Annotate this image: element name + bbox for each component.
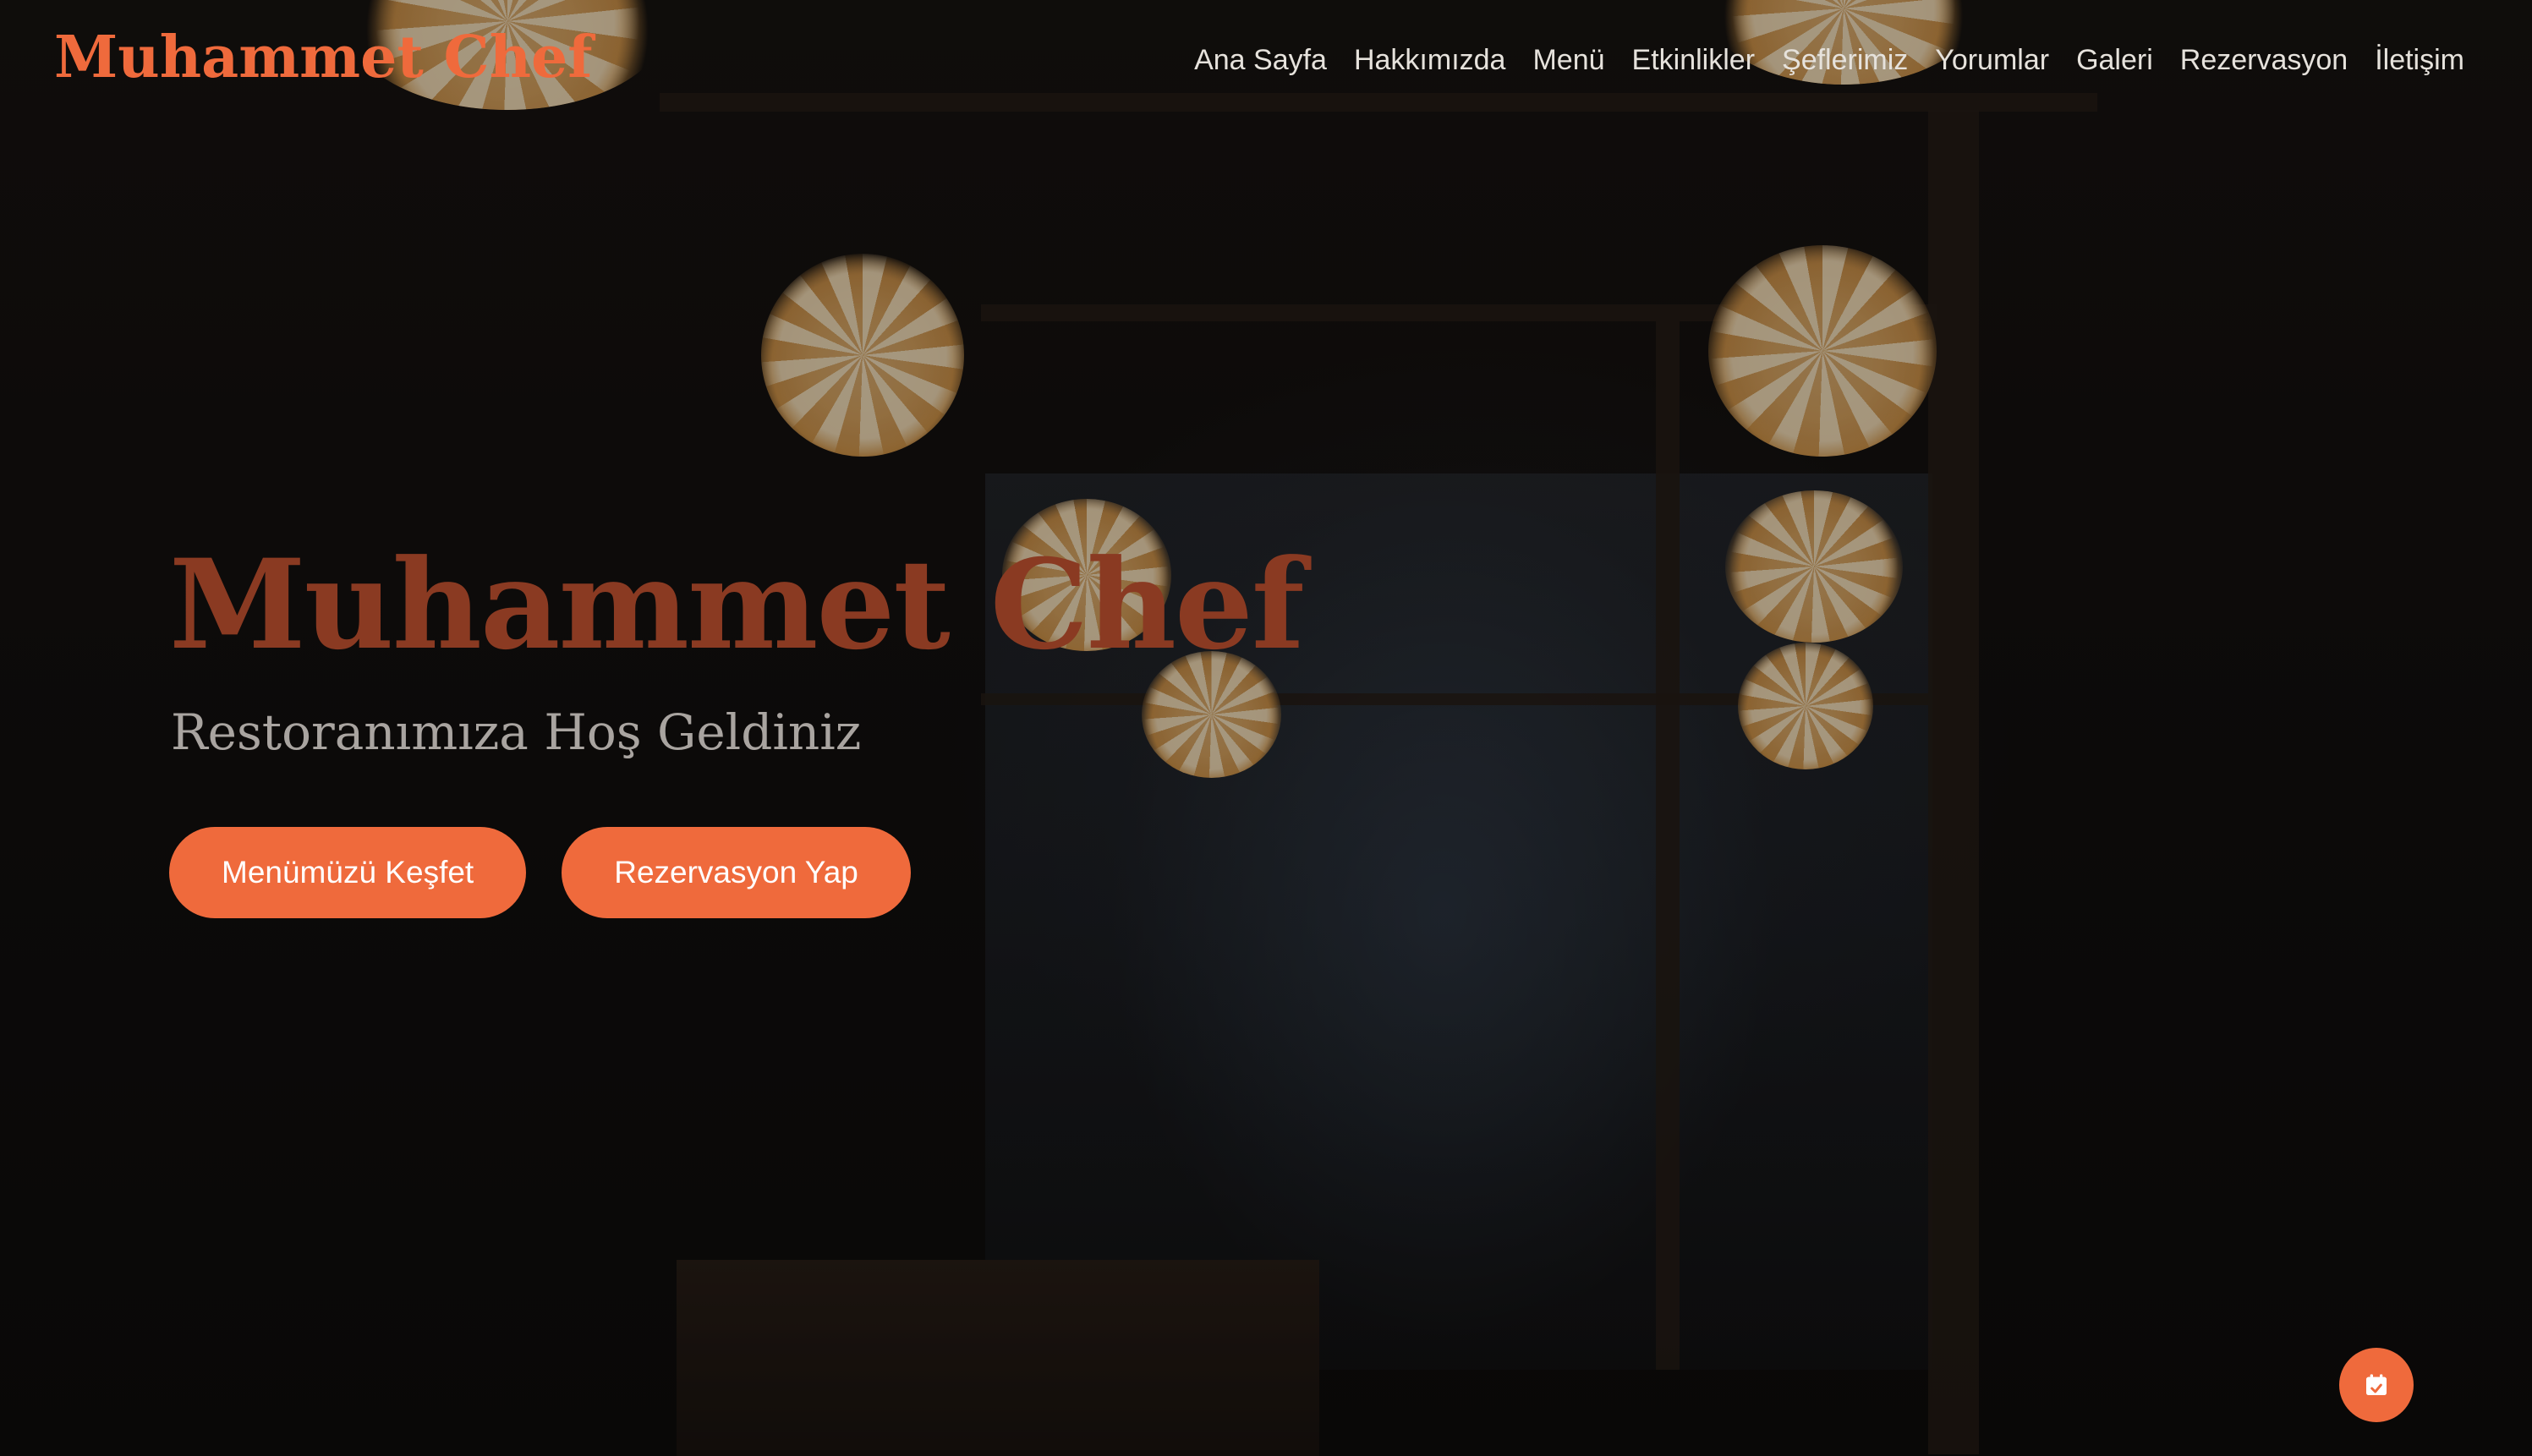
home-page: Muhammet Chef Ana Sayfa Hakkımızda Menü … [0, 0, 2532, 1456]
nav-link-reviews[interactable]: Yorumlar [1935, 44, 2049, 77]
nav-link-home[interactable]: Ana Sayfa [1194, 44, 1327, 77]
hero-subtitle: Restoranımıza Hoş Geldiniz [171, 703, 862, 761]
hero-title: Muhammet Chef [169, 533, 1305, 677]
site-header: Muhammet Chef Ana Sayfa Hakkımızda Menü … [0, 0, 2532, 127]
explore-menu-button[interactable]: Menümüzü Keşfet [169, 827, 527, 918]
hero-button-group: Menümüzü Keşfet Rezervasyon Yap [169, 827, 911, 918]
nav-link-gallery[interactable]: Galeri [2076, 44, 2153, 77]
floating-reservation-button[interactable] [2339, 1348, 2414, 1422]
nav-link-menu[interactable]: Menü [1532, 44, 1604, 77]
nav-link-reservation[interactable]: Rezervasyon [2180, 44, 2348, 77]
calendar-check-icon [2366, 1374, 2387, 1395]
nav-link-contact[interactable]: İletişim [2375, 44, 2464, 77]
site-logo[interactable]: Muhammet Chef [54, 24, 593, 91]
make-reservation-button[interactable]: Rezervasyon Yap [562, 827, 911, 918]
nav-link-chefs[interactable]: Şeflerimiz [1782, 44, 1908, 77]
nav-link-about[interactable]: Hakkımızda [1354, 44, 1506, 77]
nav-link-events[interactable]: Etkinlikler [1632, 44, 1755, 77]
main-navigation: Ana Sayfa Hakkımızda Menü Etkinlikler Şe… [1194, 44, 2464, 77]
